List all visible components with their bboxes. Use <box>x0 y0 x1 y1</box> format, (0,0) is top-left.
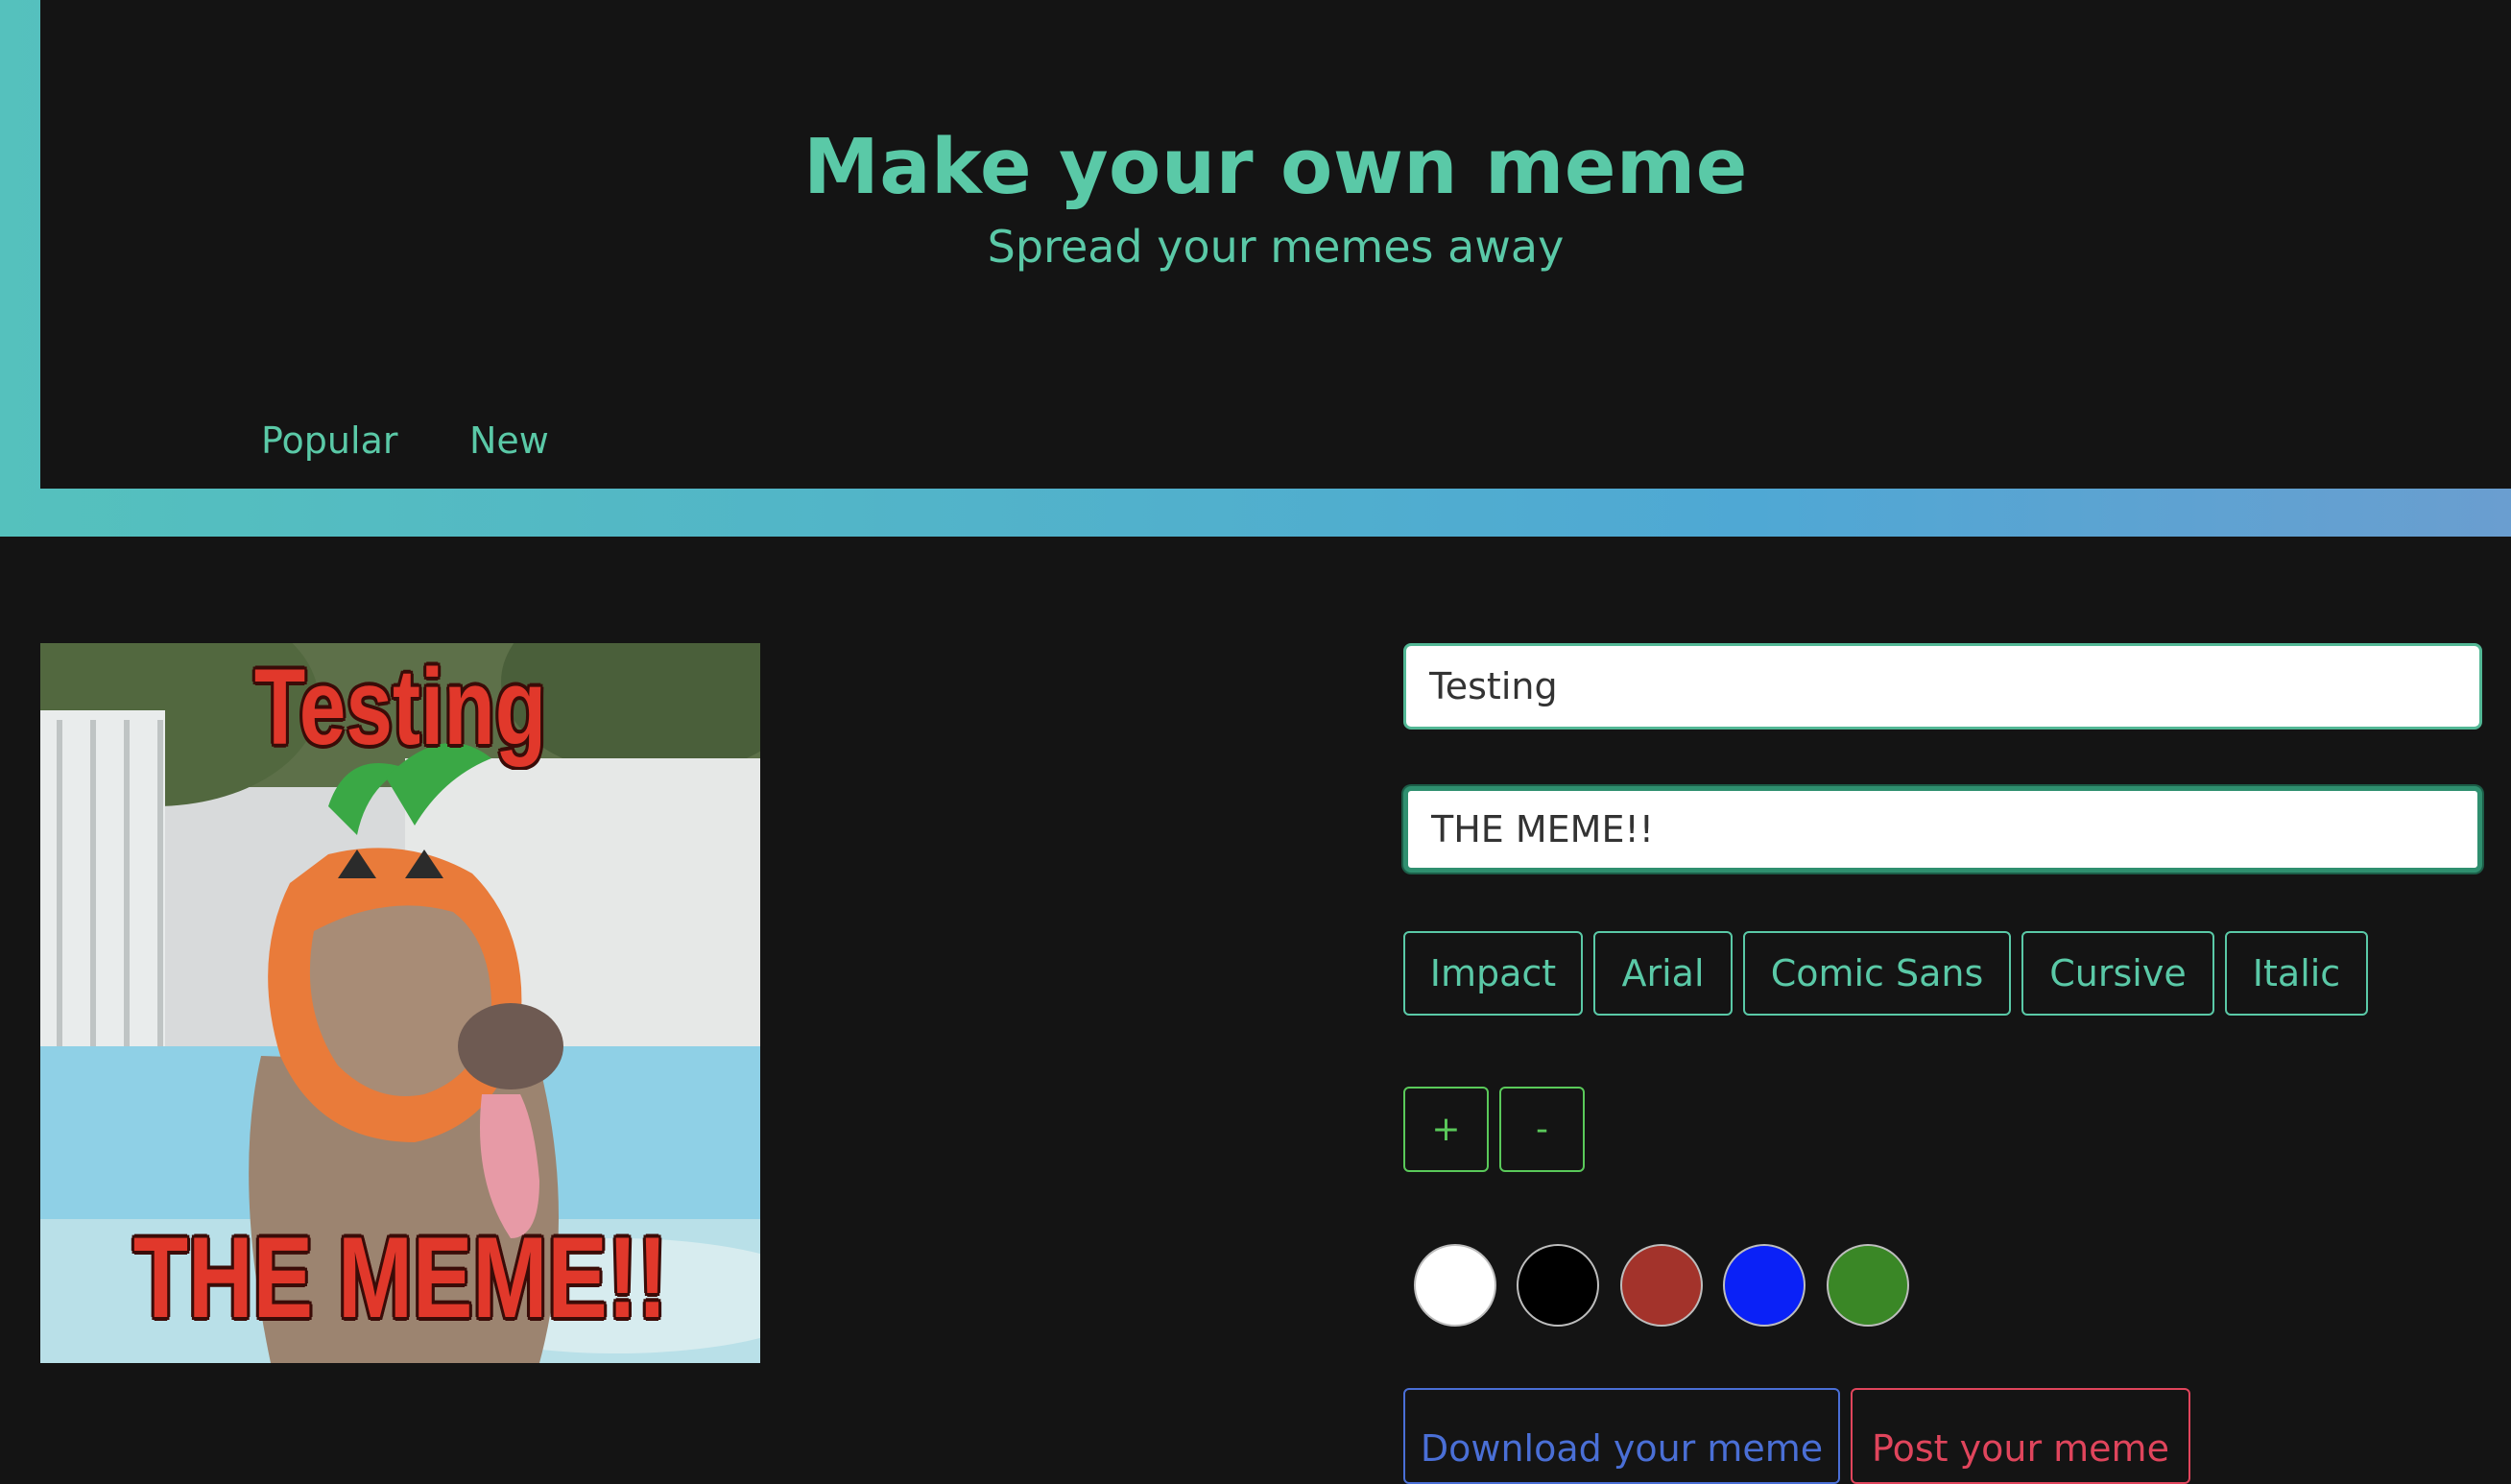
font-italic-button[interactable]: Italic <box>2225 931 2368 1016</box>
download-meme-button[interactable]: Download your meme <box>1403 1388 1840 1484</box>
page-title: Make your own meme <box>803 123 1748 211</box>
bottom-text-input[interactable] <box>1403 786 2482 873</box>
meme-bottom-text: THE MEME!! <box>132 1213 668 1342</box>
font-impact-button[interactable]: Impact <box>1403 931 1583 1016</box>
font-comic-sans-button[interactable]: Comic Sans <box>1743 931 2011 1016</box>
meme-preview-image: Testing THE MEME!! <box>40 643 760 1363</box>
page-header: Make your own meme Spread your memes awa… <box>40 0 2511 489</box>
font-size-decrease-button[interactable]: - <box>1499 1087 1585 1172</box>
font-cursive-button[interactable]: Cursive <box>2021 931 2214 1016</box>
page-subtitle: Spread your memes away <box>987 221 1565 273</box>
top-text-input[interactable] <box>1403 643 2482 730</box>
post-meme-button[interactable]: Post your meme <box>1851 1388 2190 1484</box>
color-black-swatch[interactable] <box>1517 1244 1599 1327</box>
color-red-swatch[interactable] <box>1620 1244 1703 1327</box>
post-meme-label: Post your meme <box>1872 1427 2169 1470</box>
download-meme-label: Download your meme <box>1420 1427 1824 1470</box>
color-green-swatch[interactable] <box>1827 1244 1909 1327</box>
color-white-swatch[interactable] <box>1414 1244 1496 1327</box>
nav-popular-link[interactable]: Popular <box>261 419 397 462</box>
meme-top-text: Testing <box>253 647 547 767</box>
nav-new-link[interactable]: New <box>469 419 549 462</box>
font-arial-button[interactable]: Arial <box>1593 931 1733 1016</box>
color-blue-swatch[interactable] <box>1723 1244 1806 1327</box>
font-size-increase-button[interactable]: + <box>1403 1087 1489 1172</box>
header-gradient-border: Make your own meme Spread your memes awa… <box>0 0 2511 537</box>
